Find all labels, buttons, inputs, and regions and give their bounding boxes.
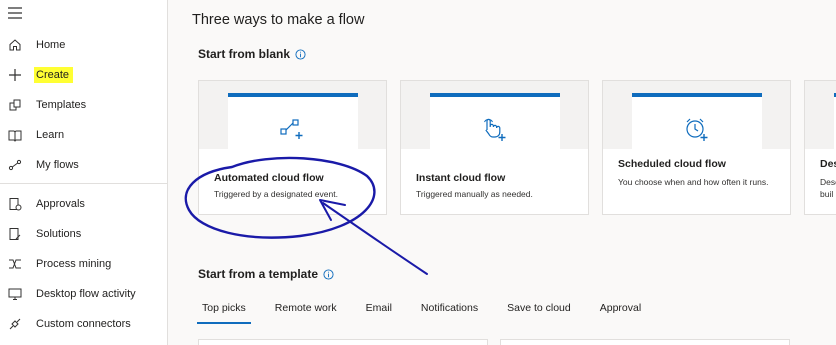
templates-icon <box>7 97 23 113</box>
hamburger-menu-icon[interactable] <box>8 6 24 22</box>
approvals-icon <box>7 196 23 212</box>
card-preview <box>401 81 588 149</box>
sidebar-item-label: Approvals <box>36 198 85 210</box>
card-description: Triggered manually as needed. <box>416 189 533 199</box>
book-icon <box>7 127 23 143</box>
automated-flow-icon <box>280 119 303 139</box>
sidebar-item-custom-connectors[interactable]: Custom connectors <box>0 311 168 337</box>
sidebar-item-approvals[interactable]: Approvals <box>0 191 168 217</box>
process-mining-icon <box>7 256 23 272</box>
card-preview <box>805 81 836 149</box>
card-preview <box>603 81 790 149</box>
card-scheduled-cloud-flow[interactable]: Scheduled cloud flow You choose when and… <box>602 80 791 215</box>
tab-email[interactable]: Email <box>361 302 397 324</box>
card-description: Desc buil <box>820 177 836 199</box>
sidebar-item-label: Solutions <box>36 228 82 240</box>
sidebar: Home Create Templates Learn My flows App… <box>0 0 168 345</box>
info-icon[interactable] <box>323 268 334 280</box>
card-title: Automated cloud flow <box>214 172 324 184</box>
template-card[interactable] <box>500 339 790 345</box>
template-card[interactable] <box>198 339 488 345</box>
section-title-blank: Start from blank <box>198 47 306 61</box>
section-label: Start from blank <box>198 47 291 61</box>
card-description: You choose when and how often it runs. <box>618 177 769 187</box>
flows-icon <box>7 157 23 173</box>
desktop-monitor-icon <box>7 286 23 302</box>
sidebar-item-label: Desktop flow activity <box>36 288 136 300</box>
sidebar-item-create[interactable]: Create <box>0 62 168 88</box>
sidebar-item-process-mining[interactable]: Process mining <box>0 251 168 277</box>
sidebar-item-label: Create <box>34 67 74 83</box>
template-cards-row <box>169 334 836 345</box>
sidebar-item-templates[interactable]: Templates <box>0 92 168 118</box>
card-preview-panel <box>632 93 762 149</box>
info-icon[interactable] <box>295 48 306 60</box>
connector-icon <box>7 316 23 332</box>
card-title: Scheduled cloud flow <box>618 158 726 170</box>
tab-remote-work[interactable]: Remote work <box>270 302 342 324</box>
sidebar-item-my-flows[interactable]: My flows <box>0 152 168 178</box>
sidebar-item-solutions[interactable]: Solutions <box>0 221 168 247</box>
sidebar-item-label: Learn <box>36 129 65 141</box>
touch-hand-icon <box>484 118 506 141</box>
sidebar-divider <box>0 183 168 184</box>
template-tabs: Top picks Remote work Email Notification… <box>197 302 665 324</box>
plus-icon <box>7 67 23 83</box>
card-title: Des <box>820 158 836 170</box>
solutions-icon <box>7 226 23 242</box>
tab-top-picks[interactable]: Top picks <box>197 302 251 324</box>
main-content: Three ways to make a flow Start from bla… <box>169 0 836 345</box>
home-icon <box>7 37 23 53</box>
tab-save-to-cloud[interactable]: Save to cloud <box>502 302 576 324</box>
card-preview-panel <box>228 93 358 149</box>
card-instant-cloud-flow[interactable]: Instant cloud flow Triggered manually as… <box>400 80 589 215</box>
section-title-template: Start from a template <box>198 267 334 281</box>
tab-approval[interactable]: Approval <box>595 302 646 324</box>
sidebar-item-learn[interactable]: Learn <box>0 122 168 148</box>
card-preview <box>199 81 386 149</box>
card-desktop-flow-partial[interactable]: Des Desc buil <box>804 80 836 215</box>
section-label: Start from a template <box>198 267 319 281</box>
tab-notifications[interactable]: Notifications <box>416 302 483 324</box>
alarm-clock-icon <box>686 118 708 141</box>
card-automated-cloud-flow[interactable]: Automated cloud flow Triggered by a desi… <box>198 80 387 215</box>
sidebar-item-home[interactable]: Home <box>0 32 168 58</box>
sidebar-item-label: My flows <box>36 159 79 171</box>
sidebar-item-label: Process mining <box>36 258 112 270</box>
card-title: Instant cloud flow <box>416 172 506 184</box>
sidebar-item-label: Custom connectors <box>36 318 131 330</box>
card-preview-panel <box>430 93 560 149</box>
card-description: Triggered by a designated event. <box>214 189 338 199</box>
sidebar-item-desktop-flow-activity[interactable]: Desktop flow activity <box>0 281 168 307</box>
sidebar-item-label: Templates <box>36 99 87 111</box>
sidebar-item-label: Home <box>36 39 66 51</box>
page-title: Three ways to make a flow <box>192 12 365 28</box>
